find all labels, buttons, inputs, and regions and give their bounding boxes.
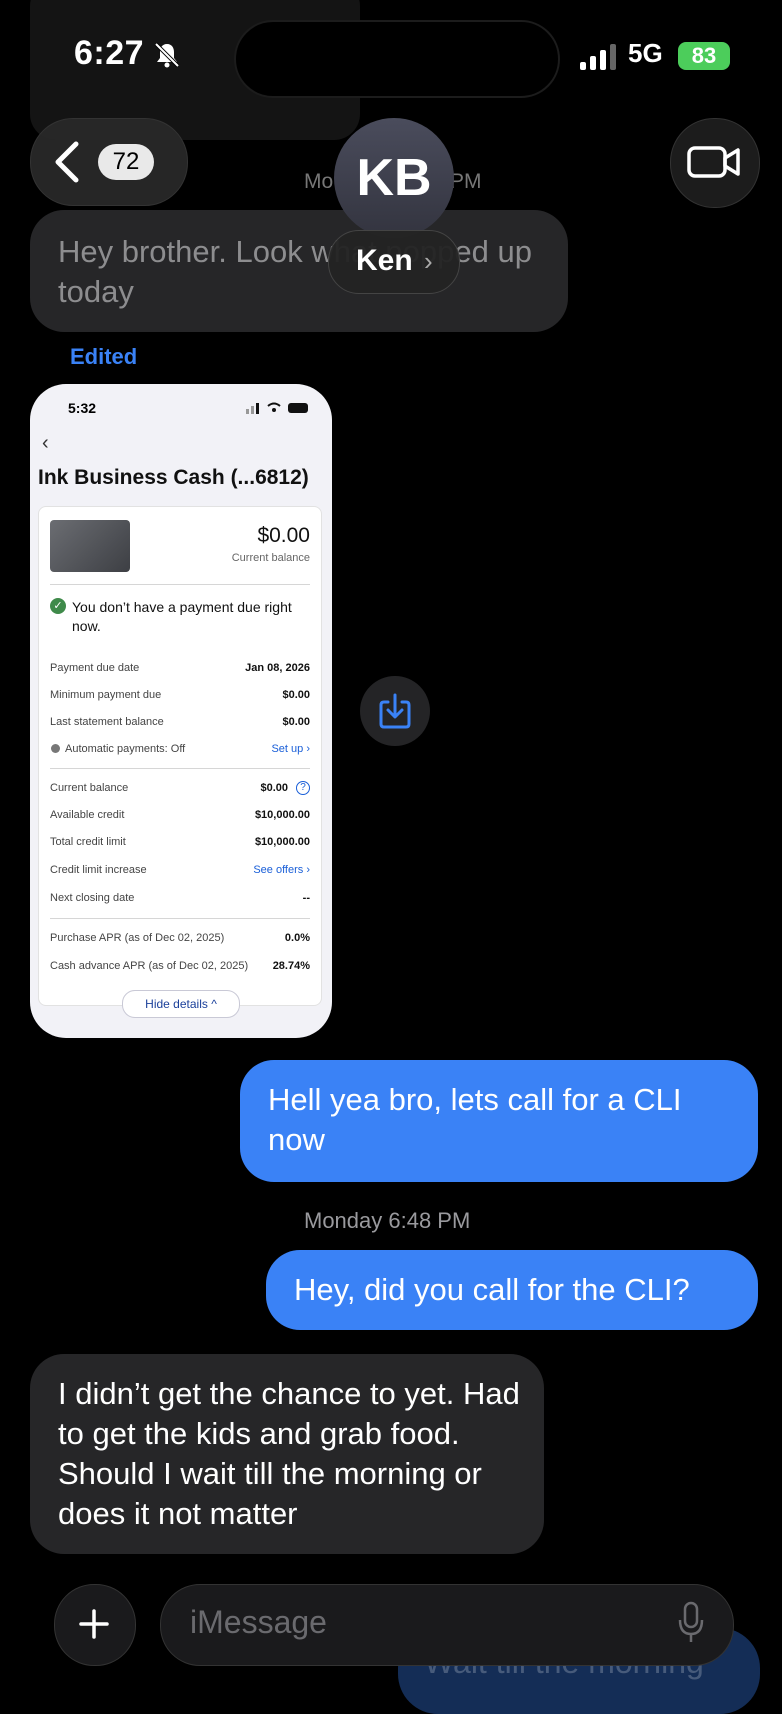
row-value: 0.0% <box>284 932 310 944</box>
plus-icon <box>79 1609 109 1639</box>
setup-link: Set up › <box>271 743 310 755</box>
row-label: Next closing date <box>50 892 135 904</box>
check-circle-icon: ✓ <box>50 598 66 614</box>
timestamp-partial: Mo <box>304 170 334 193</box>
message-text: I didn’t get the chance to yet. Had to g… <box>58 1376 520 1531</box>
divider <box>50 584 310 585</box>
message-text: Hell yea bro, lets call for a CLI now <box>268 1082 682 1157</box>
screenshot-status-icons <box>246 402 308 414</box>
screenshot-time: 5:32 <box>68 400 97 416</box>
row-label: Last statement balance <box>50 716 164 728</box>
credit-card-image <box>50 520 130 572</box>
row-value: $10,000.00 <box>254 809 310 821</box>
status-dot-icon <box>51 744 60 753</box>
message-text: Hey brother. Look what popped up today <box>58 234 532 309</box>
current-balance: $0.00 <box>257 524 310 547</box>
screenshot-back-icon: ‹ <box>42 432 49 454</box>
current-balance-label: Current balance <box>231 552 310 564</box>
row-value: $10,000.00 <box>254 836 310 848</box>
microphone-icon[interactable] <box>676 1600 706 1646</box>
account-panel <box>38 506 322 1006</box>
download-icon <box>379 693 411 729</box>
payment-status: You don’t have a payment due right now. <box>72 599 292 634</box>
row-label: Total credit limit <box>50 836 126 848</box>
screenshot-title: Ink Business Cash (...6812) <box>38 466 309 489</box>
hide-details-button: Hide details ^ <box>122 990 240 1018</box>
row-label: Available credit <box>50 809 125 821</box>
help-icon: ? <box>296 781 310 795</box>
timestamp-partial: PM <box>450 170 482 193</box>
contact-name: Ken <box>356 244 413 277</box>
row-value: $0.00 <box>260 782 288 794</box>
message-input-placeholder: iMessage <box>190 1604 327 1640</box>
row-label: Automatic payments: Off <box>65 743 186 755</box>
edited-label[interactable]: Edited <box>70 344 137 370</box>
row-value: $0.00 <box>282 689 310 701</box>
row-label: Credit limit increase <box>50 864 147 876</box>
message-text: Hey, did you call for the CLI? <box>294 1272 690 1307</box>
divider <box>50 768 310 769</box>
dynamic-island <box>234 20 560 98</box>
see-offers-link: See offers › <box>253 864 310 876</box>
row-value: Jan 08, 2026 <box>245 662 310 674</box>
battery-indicator: 83 <box>678 42 730 70</box>
video-camera-icon <box>687 146 740 178</box>
signal-icon <box>580 44 616 70</box>
contact-avatar[interactable]: KB <box>334 118 454 238</box>
chevron-left-icon <box>55 141 79 183</box>
chevron-right-icon: › <box>424 246 433 276</box>
row-label: Payment due date <box>50 662 140 674</box>
row-value: 28.74% <box>272 960 310 972</box>
row-value: $0.00 <box>282 716 310 728</box>
row-label: Minimum payment due <box>50 689 162 701</box>
row-label: Current balance <box>50 782 129 794</box>
divider <box>50 918 310 919</box>
silent-bell-icon <box>154 42 180 68</box>
status-time: 6:27 <box>74 34 145 72</box>
row-value: -- <box>302 892 310 904</box>
network-label: 5G <box>628 38 663 68</box>
message-timestamp: Monday 6:48 PM <box>304 1208 471 1233</box>
unread-count-badge: 72 <box>98 144 154 180</box>
